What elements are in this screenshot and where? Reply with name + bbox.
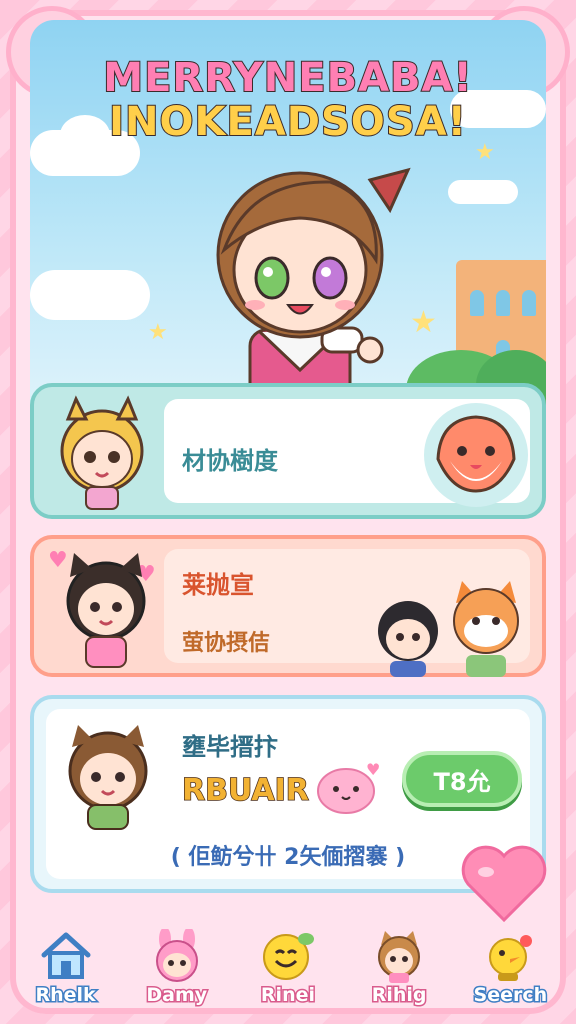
cloud	[448, 180, 518, 204]
nav-item-rhelk[interactable]: Rhelk	[16, 928, 116, 1008]
menu-card-1[interactable]: 材协樹度	[30, 383, 546, 519]
nav-item-rihig[interactable]: Rihig	[349, 928, 449, 1008]
bunny-girl-icon	[147, 928, 207, 984]
svg-text:♥: ♥	[48, 548, 68, 573]
nav-item-seerch[interactable]: Seerch	[460, 928, 560, 1008]
catgirl-icon: ♥ ♥	[48, 548, 156, 668]
menu-card-2[interactable]: ♥ ♥ 莱抛宣 萤协摂佶	[30, 535, 546, 677]
svg-text:♥: ♥	[366, 760, 380, 779]
title-line-1: MERRYNEBABA!	[102, 55, 473, 101]
big-heart-icon	[461, 845, 547, 923]
bottom-nav: Rhelk Damy Rinei Rihig Seerch	[10, 929, 566, 1014]
card-2-label-bottom: 萤协摂佶	[182, 631, 271, 656]
cat-girl-icon	[369, 928, 429, 984]
confirm-button[interactable]: T8允	[402, 751, 522, 807]
game-title: MERRYNEBABA! INOKEADSOSA!	[30, 55, 546, 145]
cloud	[30, 270, 150, 320]
card-3-label: 壅毕搢抃	[182, 733, 278, 761]
fox-mascot-icon	[424, 403, 528, 507]
nav-label-rihig: Rihig	[370, 983, 428, 1008]
nav-label-seerch: Seerch	[472, 983, 549, 1008]
star-icon: ★	[148, 320, 168, 345]
hero-banner: ★ ★ ★ MERRYNEBABA! INOKEADSOSA!	[30, 20, 546, 410]
card-1-label: 材协樹度	[182, 447, 278, 475]
pink-creature-icon: ♥	[317, 760, 380, 814]
blonde-girl-icon	[60, 395, 144, 510]
card-2-label-top: 莱抛宣	[182, 571, 254, 599]
nav-item-damy[interactable]: Damy	[127, 928, 227, 1008]
brown-hair-girl-icon	[68, 725, 148, 830]
house-icon	[36, 928, 96, 984]
chibi-girl-illustration	[216, 167, 411, 410]
rbuair-label: RBUAIR	[181, 772, 309, 809]
nav-label-rhelk: Rhelk	[34, 983, 97, 1008]
nav-item-rinei[interactable]: Rinei	[238, 928, 338, 1008]
smiley-emoji-icon	[258, 928, 318, 984]
girl-and-cat-icon	[378, 581, 519, 677]
nav-label-rinei: Rinei	[259, 983, 316, 1008]
bird-icon	[480, 928, 540, 984]
title-line-2: INOKEADSOSA!	[108, 99, 467, 145]
nav-label-damy: Damy	[145, 983, 209, 1008]
